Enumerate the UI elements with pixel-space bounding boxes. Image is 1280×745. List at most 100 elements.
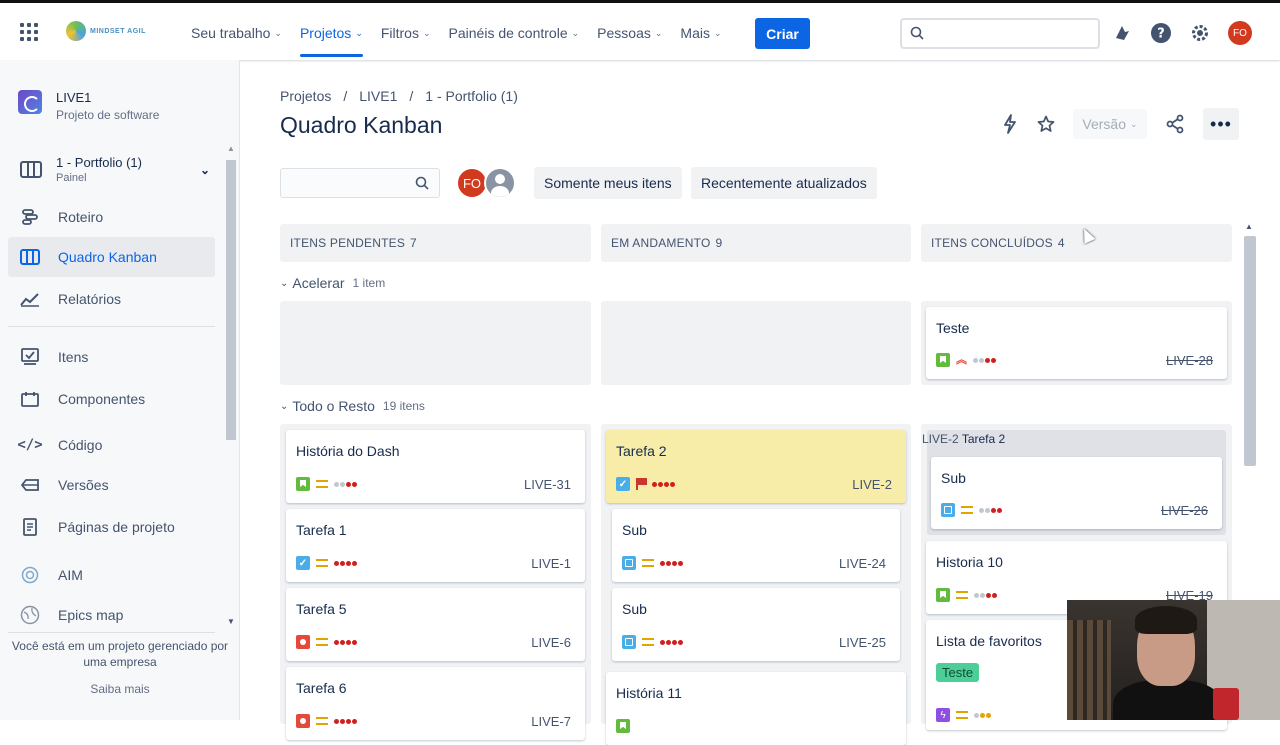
card-key[interactable]: LIVE-7 [531, 714, 571, 729]
only-my-issues-filter[interactable]: Somente meus itens [534, 167, 682, 199]
sidebar-divider [8, 326, 215, 327]
sidebar-item-label: Roteiro [58, 209, 104, 225]
card-title: Sub [622, 522, 647, 538]
sidebar-item-aim[interactable]: AIM [8, 555, 215, 595]
create-button[interactable]: Criar [755, 18, 810, 49]
rating-dots-icon [979, 507, 1002, 513]
card-key[interactable]: LIVE-25 [839, 635, 886, 650]
user-avatar[interactable]: FO [1228, 21, 1252, 45]
rating-dots-icon [334, 718, 357, 724]
logo-mark-icon [66, 21, 86, 41]
share-icon[interactable] [1165, 114, 1185, 134]
flag-icon [636, 478, 647, 490]
breadcrumb-project[interactable]: LIVE1 [359, 88, 397, 104]
board-scroll-thumb[interactable] [1244, 236, 1256, 466]
automation-lightning-icon[interactable] [1001, 114, 1019, 134]
board-icon [20, 247, 40, 267]
label-badge: Teste [936, 663, 980, 682]
swimlane-header[interactable]: ⌄ Todo o Resto 19 itens [280, 398, 425, 414]
sidebar-item-reports[interactable]: Relatórios [8, 279, 215, 319]
sidebar-scroll-thumb[interactable] [226, 160, 236, 440]
parent-issue-header[interactable]: LIVE-2 Tarefa 2 [922, 432, 1005, 446]
issue-card[interactable]: História 11 [606, 672, 906, 745]
subtask-card[interactable]: Sub LIVE-26 [931, 457, 1222, 529]
priority-medium-icon [316, 559, 328, 567]
priority-medium-icon [316, 480, 328, 488]
settings-gear-icon[interactable] [1190, 23, 1210, 43]
nav-filters[interactable]: Filtros ⌄ [372, 17, 440, 49]
priority-medium-icon [956, 591, 968, 599]
page-title: Quadro Kanban [280, 112, 443, 138]
global-search-input[interactable] [900, 18, 1100, 49]
chevron-down-icon: ⌄ [274, 27, 282, 38]
card-key[interactable]: LIVE-31 [524, 477, 571, 492]
more-actions-button[interactable]: ••• [1203, 108, 1239, 140]
star-icon[interactable] [1037, 115, 1055, 133]
epics-map-icon [20, 605, 40, 625]
project-header[interactable]: LIVE1 Projeto de software [18, 90, 159, 122]
swimlane-header[interactable]: ⌄ Acelerar 1 item [280, 275, 385, 291]
issue-card[interactable]: História do Dash LIVE-31 [286, 430, 585, 503]
card-key[interactable]: LIVE-24 [839, 556, 886, 571]
rating-dots-icon [974, 712, 991, 718]
app-switcher-icon[interactable] [20, 23, 38, 41]
issue-card[interactable]: Tarefa 5 LIVE-6 [286, 588, 585, 661]
subtask-icon [622, 556, 636, 570]
priority-highest-icon: ︽ [956, 353, 967, 366]
nav-dashboards[interactable]: Painéis de controle ⌄ [440, 17, 589, 49]
board-selector[interactable]: 1 - Portfolio (1) Painel ⌄ [20, 155, 210, 184]
sidebar-item-kanban[interactable]: Quadro Kanban [8, 237, 215, 277]
card-key[interactable]: LIVE-1 [531, 556, 571, 571]
webcam-overlay [1067, 600, 1280, 720]
sidebar-item-label: Versões [58, 477, 109, 493]
sidebar-item-components[interactable]: Componentes [8, 379, 215, 419]
nav-your-work[interactable]: Seu trabalho ⌄ [182, 17, 291, 49]
sidebar-item-roadmap[interactable]: Roteiro [8, 197, 215, 237]
help-icon[interactable]: ? [1150, 22, 1172, 44]
subtask-card[interactable]: Sub LIVE-25 [612, 588, 900, 661]
card-key[interactable]: LIVE-2 [852, 477, 892, 492]
chevron-down-icon: ⌄ [422, 27, 431, 38]
learn-more-link[interactable]: Saiba mais [0, 682, 240, 696]
sidebar-item-issues[interactable]: Itens [8, 337, 215, 377]
issue-card[interactable]: Teste ︽ LIVE-28 [926, 307, 1227, 379]
version-dropdown[interactable]: Versão ⌄ [1073, 109, 1147, 139]
chevron-down-icon: ⌄ [355, 27, 363, 38]
bug-icon [296, 635, 310, 649]
card-key[interactable]: LIVE-26 [1161, 503, 1208, 518]
breadcrumb-projects[interactable]: Projetos [280, 88, 331, 104]
sidebar-item-code[interactable]: </> Código [8, 425, 215, 465]
card-title: Tarefa 2 [616, 443, 667, 459]
story-icon [296, 477, 310, 491]
issue-card-flagged[interactable]: Tarefa 2 ✓ LIVE-2 [606, 430, 906, 503]
issues-icon [20, 347, 40, 367]
breadcrumb-board[interactable]: 1 - Portfolio (1) [425, 88, 518, 104]
board-type: Painel [56, 172, 87, 184]
search-icon [910, 26, 924, 40]
scroll-up-icon[interactable]: ▲ [1245, 222, 1253, 231]
scroll-up-icon[interactable]: ▲ [227, 144, 235, 153]
notifications-icon[interactable] [1112, 23, 1132, 43]
priority-medium-icon [961, 506, 973, 514]
issue-card[interactable]: Tarefa 6 LIVE-7 [286, 667, 585, 740]
card-title: Historia 10 [936, 554, 1003, 570]
sidebar-item-epics-map[interactable]: Epics map [8, 595, 215, 635]
recently-updated-filter[interactable]: Recentemente atualizados [691, 167, 877, 199]
subtask-card[interactable]: Sub LIVE-24 [612, 509, 900, 582]
card-key[interactable]: LIVE-6 [531, 635, 571, 650]
chevron-down-icon: ⌄ [280, 400, 289, 412]
site-logo[interactable]: MINDSET AGIL [66, 21, 146, 41]
nav-projects[interactable]: Projetos ⌄ [291, 17, 372, 57]
sidebar-item-project-pages[interactable]: Páginas de projeto [8, 507, 215, 547]
unassigned-avatar-filter[interactable] [484, 167, 516, 199]
sidebar-item-releases[interactable]: Versões [8, 465, 215, 505]
nav-people[interactable]: Pessoas ⌄ [588, 17, 671, 49]
issue-card[interactable]: Tarefa 1 ✓ LIVE-1 [286, 509, 585, 582]
card-key[interactable]: LIVE-28 [1166, 353, 1213, 368]
board-search-input[interactable] [280, 168, 440, 198]
nav-more[interactable]: Mais ⌄ [671, 17, 730, 49]
search-icon [415, 176, 429, 190]
scroll-down-icon[interactable]: ▼ [227, 617, 235, 626]
sidebar-item-label: Epics map [58, 607, 124, 623]
releases-icon [20, 475, 40, 495]
